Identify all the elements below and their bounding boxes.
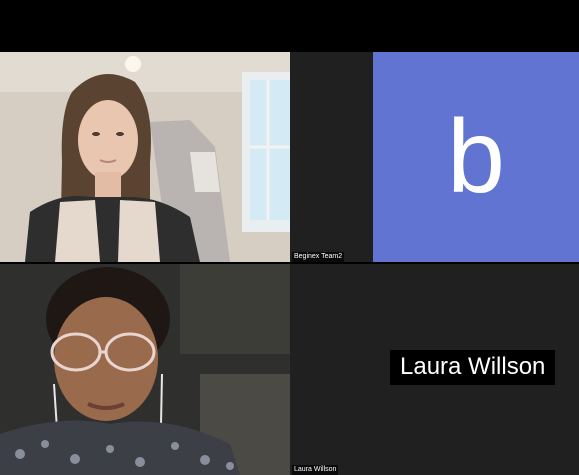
participant-video-feed (0, 264, 290, 475)
participant-tile-video-1[interactable] (0, 52, 290, 262)
participant-tile-video-2[interactable] (0, 264, 290, 475)
avatar: b (373, 52, 579, 262)
participant-name-label: Laura Willson (292, 465, 339, 475)
participant-tile-name-only[interactable]: Laura Willson Laura Willson (290, 264, 579, 475)
video-meeting-gallery: b Beginex Team2 Laura Willson Laura Will… (0, 0, 579, 475)
avatar-initial: b (447, 98, 505, 215)
participant-name-label: Beginex Team2 (292, 252, 345, 262)
participant-tile-avatar[interactable]: b Beginex Team2 (290, 52, 579, 262)
participant-video-feed (0, 52, 290, 262)
participant-display-name: Laura Willson (390, 350, 556, 385)
